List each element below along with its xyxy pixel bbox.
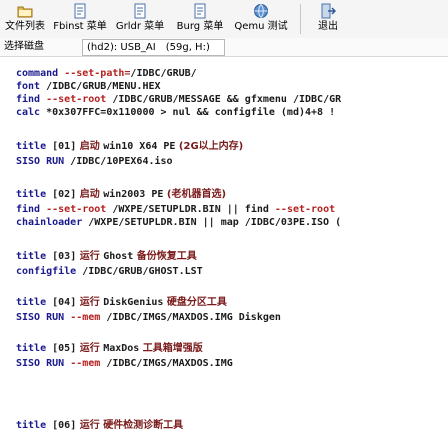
editor-line: SISO RUN --mem /IDBC/IMGS/MAXDOS.IMG xyxy=(16,357,233,370)
menu-entry-title: title [01] 启动 win10 X64 PE (2G以上内存) xyxy=(16,140,243,153)
entry-note: 硬件检测诊断工具 xyxy=(103,420,184,430)
entry-number: [04] xyxy=(46,297,77,308)
option: --mem xyxy=(64,358,101,369)
editor-line: configfile /IDBC/GRUB/GHOST.LST xyxy=(16,265,203,278)
editor-line: find --set-root /IDBC/GRUB/MESSAGE && gf… xyxy=(16,93,341,106)
argument: /WXPE/SETUPLDR.BIN || map /IDBC/03PE.ISO… xyxy=(82,217,342,228)
keyword: SISO RUN xyxy=(16,358,65,369)
option: --set-root xyxy=(40,94,107,105)
editor-line: chainloader /WXPE/SETUPLDR.BIN || map /I… xyxy=(16,216,341,229)
entry-action: 运行 xyxy=(76,420,104,430)
entry-number: [06] xyxy=(46,420,77,430)
keyword: command xyxy=(16,68,59,79)
entry-number: [03] xyxy=(46,251,77,262)
document-icon xyxy=(194,3,206,19)
option: --set-root xyxy=(40,204,107,215)
entry-note: 硬盘分区工具 xyxy=(163,297,227,308)
argument: /IDBC/GRUB/GHOST.LST xyxy=(76,266,203,277)
argument: /IDBC/IMGS/MAXDOS.IMG Diskgen xyxy=(100,312,281,323)
entry-note: (老机器首选) xyxy=(163,189,227,200)
disk-device: (hd2): USB_AI xyxy=(87,42,156,53)
disk-select-dropdown[interactable]: (hd2): USB_AI (59g, H:) xyxy=(82,39,225,56)
argument: /IDBC/GRUB/MESSAGE && gfxmenu /IDBC/GR xyxy=(106,94,342,105)
keyword: find xyxy=(16,204,41,215)
fbinst-menu-button[interactable]: Fbinst 菜单 xyxy=(52,0,108,38)
keyword: calc xyxy=(16,107,41,118)
argument: /IDBC/IMGS/MAXDOS.IMG xyxy=(100,358,233,369)
entry-note: 工具箱增强版 xyxy=(139,343,203,354)
qemu-test-label: Qemu 测试 xyxy=(234,21,288,32)
keyword: SISO RUN xyxy=(16,312,65,323)
entry-name: DiskGenius xyxy=(103,297,164,308)
keyword: title xyxy=(16,297,47,308)
entry-note: (2G以上内存) xyxy=(175,141,244,152)
exit-button[interactable]: 退出 xyxy=(310,0,346,38)
keyword: title xyxy=(16,251,47,262)
grldr-menu-label: Grldr 菜单 xyxy=(115,21,165,32)
exit-icon xyxy=(321,3,336,19)
disk-select-bar: 选择磁盘 (hd2): USB_AI (59g, H:) xyxy=(0,38,448,57)
editor-line: SISO RUN --mem /IDBC/IMGS/MAXDOS.IMG Dis… xyxy=(16,311,281,324)
select-disk-label: 选择磁盘 xyxy=(4,41,44,52)
document-icon xyxy=(74,3,86,19)
menu-entry-title: title [04] 运行 DiskGenius 硬盘分区工具 xyxy=(16,296,227,309)
keyword: SISO RUN xyxy=(16,156,65,167)
grldr-menu-button[interactable]: Grldr 菜单 xyxy=(112,0,168,38)
editor-line: command --set-path=/IDBC/GRUB/ xyxy=(16,67,197,80)
menu-editor[interactable]: command --set-path=/IDBC/GRUB/ font /IDB… xyxy=(0,57,448,430)
folder-icon xyxy=(17,6,33,18)
editor-line: find --set-root /WXPE/SETUPLDR.BIN || fi… xyxy=(16,203,335,216)
entry-number: [05] xyxy=(46,343,77,354)
argument: /IDBC/GRUB/ xyxy=(130,68,197,79)
option: --set-root xyxy=(274,204,336,215)
keyword: font xyxy=(16,81,41,92)
entry-action: 运行 xyxy=(76,251,104,262)
keyword: configfile xyxy=(16,266,77,277)
burg-menu-label: Burg 菜单 xyxy=(176,21,224,32)
burg-menu-button[interactable]: Burg 菜单 xyxy=(172,0,228,38)
entry-action: 运行 xyxy=(76,343,104,354)
menu-entry-title: title [06] 运行 硬件检测诊断工具 xyxy=(16,419,183,430)
option: --mem xyxy=(64,312,101,323)
entry-action: 启动 xyxy=(76,189,104,200)
entry-name: win2003 PE xyxy=(103,189,164,200)
keyword: title xyxy=(16,420,47,430)
keyword: chainloader xyxy=(16,217,83,228)
keyword: title xyxy=(16,343,47,354)
editor-line: SISO RUN /IDBC/10PEX64.iso xyxy=(16,155,173,168)
editor-line: calc *0x307FFC=0x110000 > nul && configf… xyxy=(16,106,335,119)
toolbar: 文件列表 Fbinst 菜单 Grldr 菜单 Burg 菜单 Qemu 测试 xyxy=(0,0,448,39)
file-list-label: 文件列表 xyxy=(5,21,45,32)
argument: *0x307FFC=0x110000 > nul && configfile (… xyxy=(40,107,336,118)
entry-name: win10 X64 PE xyxy=(103,141,176,152)
editor-line: font /IDBC/GRUB/MENU.HEX xyxy=(16,80,161,93)
entry-action: 运行 xyxy=(76,297,104,308)
entry-number: [02] xyxy=(46,189,77,200)
file-list-button[interactable]: 文件列表 xyxy=(2,0,48,38)
document-icon xyxy=(134,3,146,19)
argument: /IDBC/10PEX64.iso xyxy=(64,156,173,167)
option: --set-path= xyxy=(64,68,131,79)
keyword: find xyxy=(16,94,41,105)
exit-label: 退出 xyxy=(318,21,338,32)
argument: /IDBC/GRUB/MENU.HEX xyxy=(40,81,161,92)
entry-name: MaxDos xyxy=(103,343,140,354)
globe-icon xyxy=(254,4,268,18)
entry-note: 备份恢复工具 xyxy=(133,251,197,262)
disk-size: (59g, H:) xyxy=(165,42,210,53)
entry-name: Ghost xyxy=(103,251,134,262)
fbinst-menu-label: Fbinst 菜单 xyxy=(53,21,107,32)
argument: /WXPE/SETUPLDR.BIN || find xyxy=(106,204,275,215)
qemu-test-button[interactable]: Qemu 测试 xyxy=(232,0,290,38)
entry-action: 启动 xyxy=(76,141,104,152)
keyword: title xyxy=(16,189,47,200)
toolbar-separator xyxy=(300,4,301,34)
menu-entry-title: title [03] 运行 Ghost 备份恢复工具 xyxy=(16,250,197,263)
entry-number: [01] xyxy=(46,141,77,152)
keyword: title xyxy=(16,141,47,152)
menu-entry-title: title [05] 运行 MaxDos 工具箱增强版 xyxy=(16,342,203,355)
menu-entry-title: title [02] 启动 win2003 PE (老机器首选) xyxy=(16,188,226,201)
